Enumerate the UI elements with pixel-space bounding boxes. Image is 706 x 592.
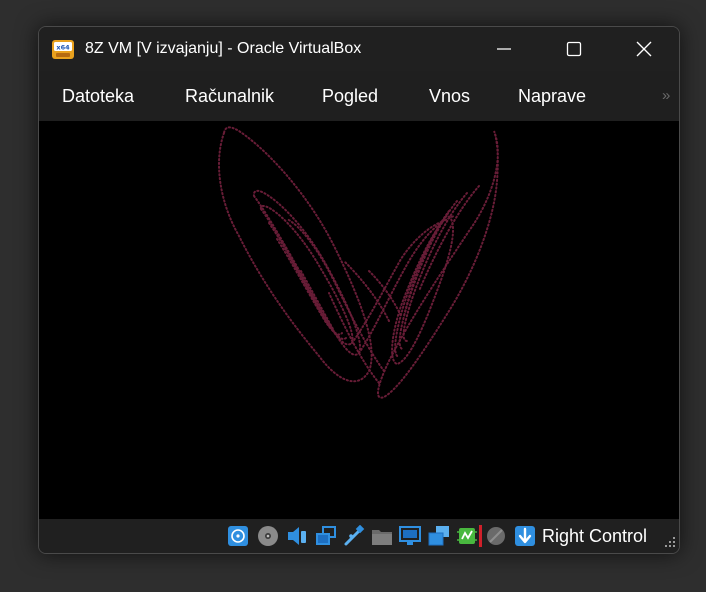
menu-item-naprave[interactable]: Naprave	[518, 85, 586, 107]
activity-divider	[479, 525, 482, 547]
keyboard-capture-icon[interactable]	[514, 525, 536, 547]
resize-grip-icon[interactable]	[664, 536, 676, 548]
optical-drive-icon[interactable]	[257, 525, 279, 547]
audio-icon[interactable]	[286, 525, 308, 547]
menu-overflow-chevron-icon[interactable]: »	[662, 87, 670, 105]
hard-disk-icon[interactable]	[227, 525, 249, 547]
title-bar[interactable]: x64 8Z VM [V izvajanju] - Oracle Virtual…	[39, 27, 679, 71]
minimize-icon	[497, 48, 511, 50]
virtualbox-x64-icon[interactable]: x64	[51, 37, 75, 61]
vm-display[interactable]	[39, 121, 679, 519]
menu-item-racunalnik[interactable]: Računalnik	[185, 85, 274, 107]
virtualbox-window: x64 8Z VM [V izvajanju] - Oracle Virtual…	[38, 26, 680, 554]
usb-icon[interactable]	[343, 525, 365, 547]
lorenz-attractor-butterfly	[218, 126, 499, 399]
cpu-activity-icon[interactable]	[456, 525, 478, 547]
network-icon[interactable]	[315, 525, 337, 547]
close-icon	[636, 41, 652, 57]
recording-icon[interactable]	[428, 525, 450, 547]
menu-item-pogled[interactable]: Pogled	[322, 85, 378, 107]
menu-item-vnos[interactable]: Vnos	[429, 85, 470, 107]
minimize-button[interactable]	[469, 27, 539, 71]
window-title: 8Z VM [V izvajanju] - Oracle VirtualBox	[85, 40, 362, 57]
display-icon[interactable]	[399, 525, 421, 547]
shared-folders-icon[interactable]	[371, 525, 393, 547]
mouse-integration-icon[interactable]	[485, 525, 507, 547]
app-icon-label: x64	[56, 44, 70, 52]
status-bar: Right Control	[39, 519, 679, 553]
maximize-button[interactable]	[539, 27, 609, 71]
menu-item-datoteka[interactable]: Datoteka	[62, 85, 134, 107]
close-button[interactable]	[609, 27, 679, 71]
host-key-label: Right Control	[542, 526, 648, 546]
menu-bar: Datoteka Računalnik Pogled Vnos Naprave …	[39, 71, 679, 121]
maximize-icon	[566, 41, 582, 57]
